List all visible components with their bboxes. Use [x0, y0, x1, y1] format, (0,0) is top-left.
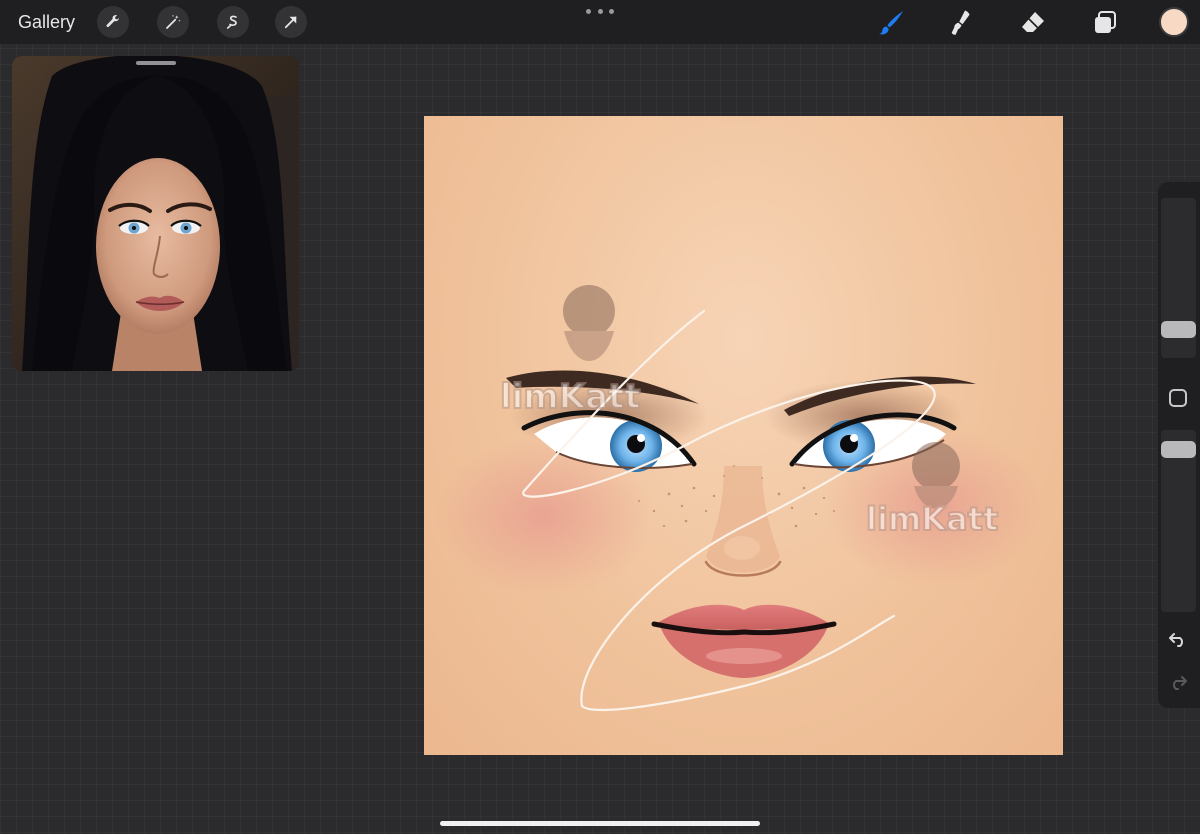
eraser-icon[interactable]	[1016, 6, 1050, 40]
nose	[704, 466, 782, 577]
adjustments-wand-icon[interactable]	[157, 6, 189, 38]
transform-arrow-icon[interactable]	[275, 6, 307, 38]
svg-text:limKatt: limKatt	[866, 500, 998, 538]
drawing-canvas[interactable]: limKatt limKatt	[424, 116, 1063, 755]
layers-icon[interactable]	[1088, 6, 1122, 40]
modify-button[interactable]	[1169, 389, 1187, 407]
top-toolbar: Gallery	[0, 0, 1200, 44]
reference-drag-handle[interactable]	[136, 61, 176, 65]
more-options-icon[interactable]	[586, 4, 614, 18]
undo-icon[interactable]	[1166, 627, 1190, 651]
smudge-icon[interactable]	[944, 6, 978, 40]
face-artwork: limKatt limKatt	[434, 285, 1044, 712]
reference-photo	[12, 56, 299, 371]
redo-icon[interactable]	[1166, 670, 1190, 694]
brush-size-thumb[interactable]	[1161, 321, 1196, 338]
watermark-left: limKatt	[499, 285, 642, 418]
color-picker-swatch[interactable]	[1159, 7, 1189, 37]
selection-icon[interactable]	[217, 6, 249, 38]
reference-window[interactable]	[12, 56, 299, 371]
home-indicator[interactable]	[440, 821, 760, 826]
actions-wrench-icon[interactable]	[97, 6, 129, 38]
svg-text:limKatt: limKatt	[500, 377, 641, 417]
gallery-button[interactable]: Gallery	[18, 11, 75, 33]
lips	[651, 604, 837, 678]
brush-icon[interactable]	[874, 6, 908, 40]
brush-opacity-thumb[interactable]	[1161, 441, 1196, 458]
